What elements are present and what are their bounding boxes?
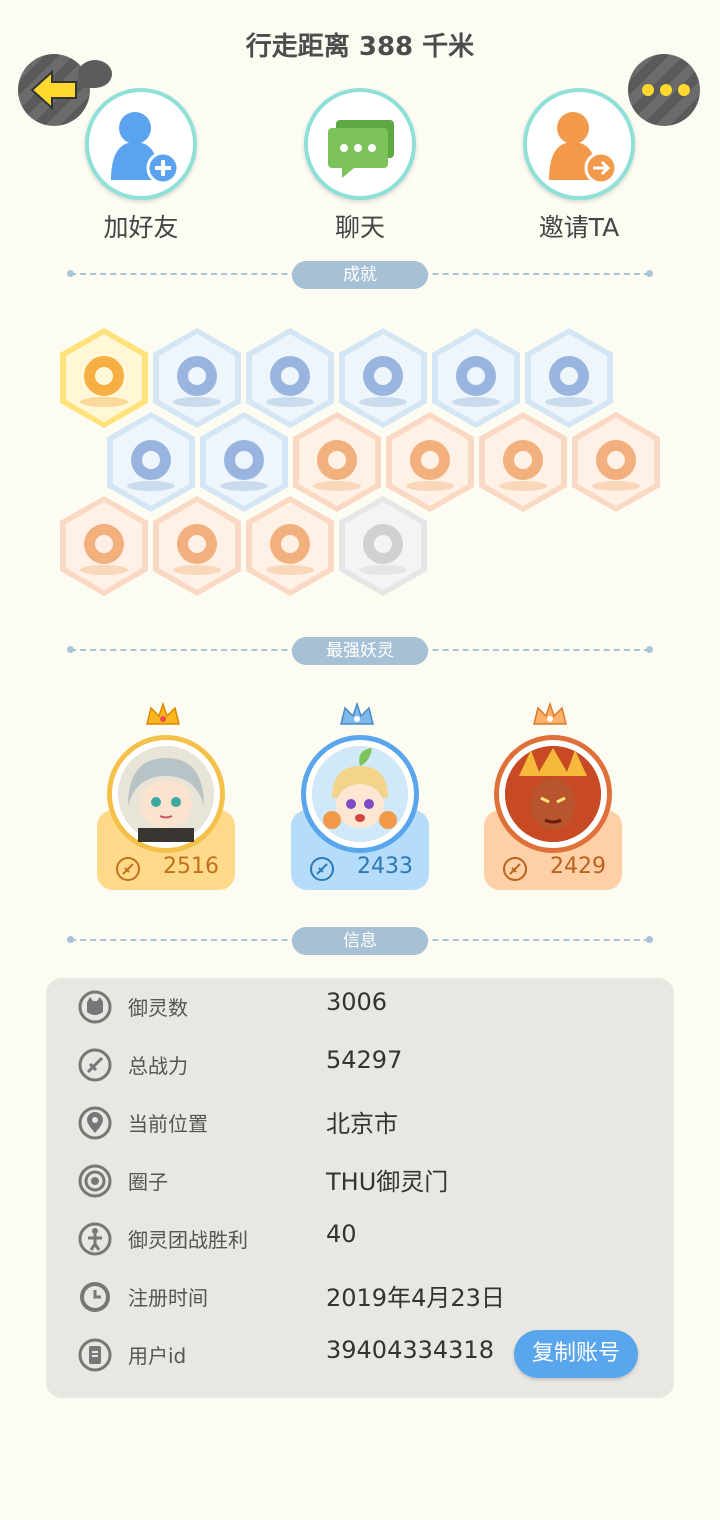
silver-hair-girl-avatar-icon	[118, 746, 214, 842]
info-value: 39404334318	[326, 1336, 494, 1364]
info-value: 3006	[326, 988, 388, 1016]
cat-spirit-badge-icon[interactable]	[107, 412, 195, 512]
spirit-avatar	[112, 740, 220, 848]
info-row-spirit-count: 御灵数 3006	[46, 978, 674, 1036]
info-label: 总战力	[128, 1054, 188, 1078]
back-button-tail	[78, 60, 112, 88]
yin-yang-book-badge-icon[interactable]	[200, 412, 288, 512]
spirit-power: 2429	[550, 854, 606, 879]
clock-icon	[80, 1282, 110, 1312]
koi-badge-icon[interactable]	[572, 412, 660, 512]
info-section-title: 信息	[292, 927, 428, 955]
cat-mask-badge-icon[interactable]	[60, 328, 148, 428]
strongest-section-title: 最强妖灵	[292, 637, 428, 665]
chat-button[interactable]: 聊天	[285, 88, 435, 244]
add-friend-button[interactable]: 加好友	[66, 88, 216, 244]
chat-label: 聊天	[334, 213, 385, 242]
info-label: 圈子	[128, 1170, 168, 1194]
info-label: 御灵数	[128, 996, 188, 1020]
sword-icon	[78, 1048, 112, 1082]
portal-badge-icon[interactable]	[246, 328, 334, 428]
spirit-power: 2516	[163, 854, 219, 879]
beast-badge-icon[interactable]	[153, 496, 241, 596]
wolf-book-badge-icon[interactable]	[339, 496, 427, 596]
chat-icon	[328, 120, 394, 178]
spirit-avatar	[306, 740, 414, 848]
invite-label: 邀请TA	[538, 213, 620, 242]
twin-spirits-badge-icon[interactable]	[246, 496, 334, 596]
id-card-icon	[78, 1338, 112, 1372]
page-title: 行走距离 388 千米	[245, 32, 475, 62]
fox-spirit-badge-icon[interactable]	[386, 412, 474, 512]
gold-crown-icon	[146, 702, 180, 725]
yin-yang-wave-badge-icon[interactable]	[525, 328, 613, 428]
info-value: THU御灵门	[326, 1168, 449, 1196]
spirit-count-icon	[78, 990, 112, 1024]
info-row-total-power: 总战力 54297	[46, 1036, 674, 1094]
orange-crown-icon	[533, 702, 567, 725]
info-row-register-time: 注册时间 2019年4月23日	[46, 1268, 674, 1326]
blue-crown-icon	[340, 702, 374, 725]
info-label: 御灵团战胜利	[128, 1228, 248, 1252]
info-value: 2019年4月23日	[326, 1284, 505, 1312]
info-row-circle: 圈子 THU御灵门	[46, 1152, 674, 1210]
spirit-card-1[interactable]: 2516	[91, 700, 241, 896]
fire-demon-avatar-icon	[505, 746, 601, 842]
invite-button[interactable]: 邀请TA	[504, 88, 654, 244]
spirit-power: 2433	[357, 854, 413, 879]
trophy-icon	[78, 1222, 112, 1256]
spirit-card-2[interactable]: 2433	[285, 700, 435, 896]
location-pin-icon	[78, 1106, 112, 1140]
info-row-team-wins: 御灵团战胜利 40	[46, 1210, 674, 1268]
moon-sun-badge-icon[interactable]	[293, 412, 381, 512]
sneaker-badge-icon[interactable]	[153, 328, 241, 428]
sword-icon	[116, 857, 140, 881]
add-friend-label: 加好友	[103, 213, 179, 242]
add-friend-icon	[111, 112, 180, 185]
orb-badge-icon[interactable]	[339, 328, 427, 428]
scroll-badge-icon[interactable]	[60, 496, 148, 596]
info-label: 用户id	[128, 1344, 187, 1368]
info-card: 御灵数 3006 总战力 54297 当前位置 北京市 圈子 THU御灵门 御灵…	[46, 978, 674, 1398]
info-label: 当前位置	[128, 1112, 208, 1136]
circle-target-icon	[78, 1164, 112, 1198]
info-value: 54297	[326, 1046, 403, 1074]
info-label: 注册时间	[128, 1286, 208, 1310]
spirit-card-3[interactable]: 2429	[478, 700, 628, 896]
sword-icon	[310, 857, 334, 881]
crystal-badge-icon[interactable]	[432, 328, 520, 428]
achievements-section-title: 成就	[292, 261, 428, 289]
spirit-avatar	[499, 740, 607, 848]
info-value: 40	[326, 1220, 357, 1248]
info-value: 北京市	[326, 1110, 398, 1138]
leaf-sprite-avatar-icon	[312, 746, 408, 842]
copy-account-button[interactable]: 复制账号	[514, 1330, 638, 1378]
cat-cart-badge-icon[interactable]	[479, 412, 567, 512]
sword-icon	[503, 857, 527, 881]
info-row-location: 当前位置 北京市	[46, 1094, 674, 1152]
invite-icon	[549, 112, 618, 185]
